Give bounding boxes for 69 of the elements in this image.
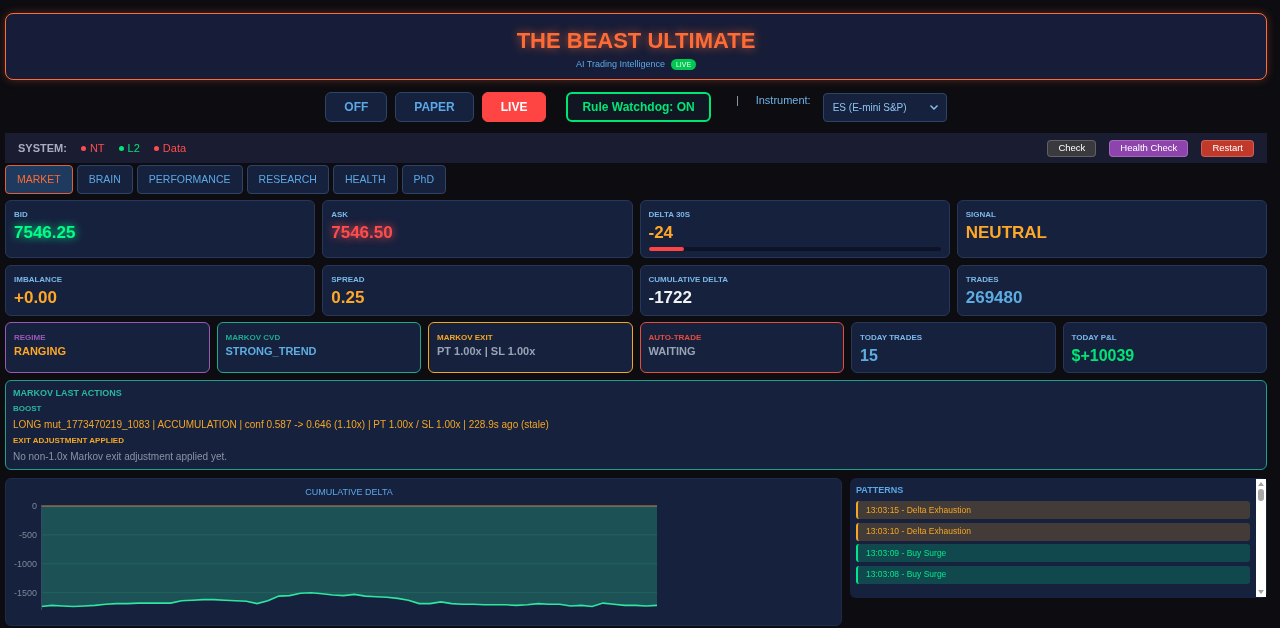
action-button[interactable]: Restart [1201, 139, 1254, 157]
status-label: TODAY TRADES [860, 333, 924, 343]
tab[interactable]: MARKET [5, 165, 73, 194]
status-value: STRONG_TREND [225, 344, 318, 358]
y-tick-label: 0 [32, 501, 37, 511]
metric-value: -24 [648, 223, 675, 243]
section-heading: EXIT ADJUSTMENT APPLIED [13, 436, 125, 446]
y-tick-label: -1500 [13, 587, 37, 598]
status-label: NT [89, 140, 105, 156]
metric-label: ASK [331, 210, 350, 220]
tab[interactable]: RESEARCH [246, 165, 329, 194]
pattern-item: 13:03:10 - Delta Exhaustion [856, 522, 1250, 541]
metric-label: TRADES [965, 275, 1000, 285]
action-button[interactable]: Check [1047, 139, 1097, 157]
scrollbar-thumb[interactable] [1258, 489, 1264, 501]
status-value: PT 1.00x | SL 1.00x [437, 344, 537, 358]
chevron-down-icon [929, 104, 938, 110]
metric-label: DELTA 30S [648, 210, 692, 220]
system-label: SYSTEM: [18, 140, 67, 156]
y-tick-label: -1000 [13, 558, 37, 569]
mode-button[interactable]: OFF [325, 92, 388, 122]
metric-value: 7546.50 [331, 223, 394, 243]
tab[interactable]: BRAIN [76, 165, 133, 194]
section-heading: BOOST [13, 404, 43, 414]
status-label: REGIME [14, 333, 47, 343]
section-text: LONG mut_1773470219_1083 | ACCUMULATION | conf 0.587 -> 0.646 (1.10x) | PT 1.00x / SL 1.00x | 228.9s ago (stale) [13, 419, 549, 431]
status-label: AUTO-TRADE [648, 333, 703, 343]
status-label: L2 [127, 140, 140, 156]
status-label: Data [162, 140, 187, 156]
app-title: THE BEAST ULTIMATE [516, 29, 756, 53]
subtitle-text: AI Trading Intelligence [575, 59, 665, 70]
tab[interactable]: PERFORMANCE [136, 165, 243, 194]
metric-label: SIGNAL [965, 210, 997, 220]
tab[interactable]: HEALTH [332, 165, 398, 194]
metric-value: 269480 [965, 288, 1024, 308]
metric-label: IMBALANCE [14, 275, 63, 285]
status-value: $+10039 [1071, 346, 1136, 366]
mode-button[interactable]: PAPER [395, 92, 474, 122]
metric-value: +0.00 [14, 288, 58, 308]
metric-value: NEUTRAL [965, 223, 1048, 243]
status-value: 15 [860, 346, 879, 366]
chart-title: CUMULATIVE DELTA [305, 487, 393, 497]
status-label: MARKOV EXIT [437, 333, 494, 343]
pattern-item: 13:03:15 - Delta Exhaustion [856, 501, 1250, 519]
instrument-label: Instrument: [755, 94, 811, 107]
metric-value: -1722 [648, 288, 693, 308]
action-button[interactable]: Health Check [1109, 139, 1189, 157]
pattern-item: 13:03:09 - Buy Surge [856, 544, 1250, 562]
scroll-down-icon [1258, 590, 1264, 594]
metric-label: SPREAD [331, 275, 366, 285]
metric-value: 7546.25 [14, 223, 77, 243]
mode-button[interactable]: LIVE [481, 92, 547, 122]
section-text: No non-1.0x Markov exit adjustment applied yet. [13, 451, 227, 463]
metric-label: CUMULATIVE DELTA [648, 275, 730, 285]
instrument-select[interactable]: ES (E-mini S&P) [822, 92, 947, 122]
status-label: TODAY P&L [1071, 333, 1118, 343]
panel-title: PATTERNS [856, 484, 905, 496]
scrollbar[interactable] [1256, 479, 1266, 597]
metric-label: BID [14, 210, 29, 220]
pattern-item: 13:03:08 - Buy Surge [856, 565, 1250, 584]
panel-title: MARKOV LAST ACTIONS [13, 387, 123, 399]
scroll-up-icon [1258, 482, 1264, 486]
status-label: MARKOV CVD [225, 333, 282, 343]
metric-value: 0.25 [331, 288, 366, 308]
watchdog-toggle[interactable]: Rule Watchdog: ON [566, 92, 711, 122]
y-tick-label: -500 [19, 529, 37, 540]
status-value: RANGING [14, 344, 67, 358]
tab[interactable]: PhD [401, 165, 446, 194]
status-value: WAITING [648, 344, 697, 358]
